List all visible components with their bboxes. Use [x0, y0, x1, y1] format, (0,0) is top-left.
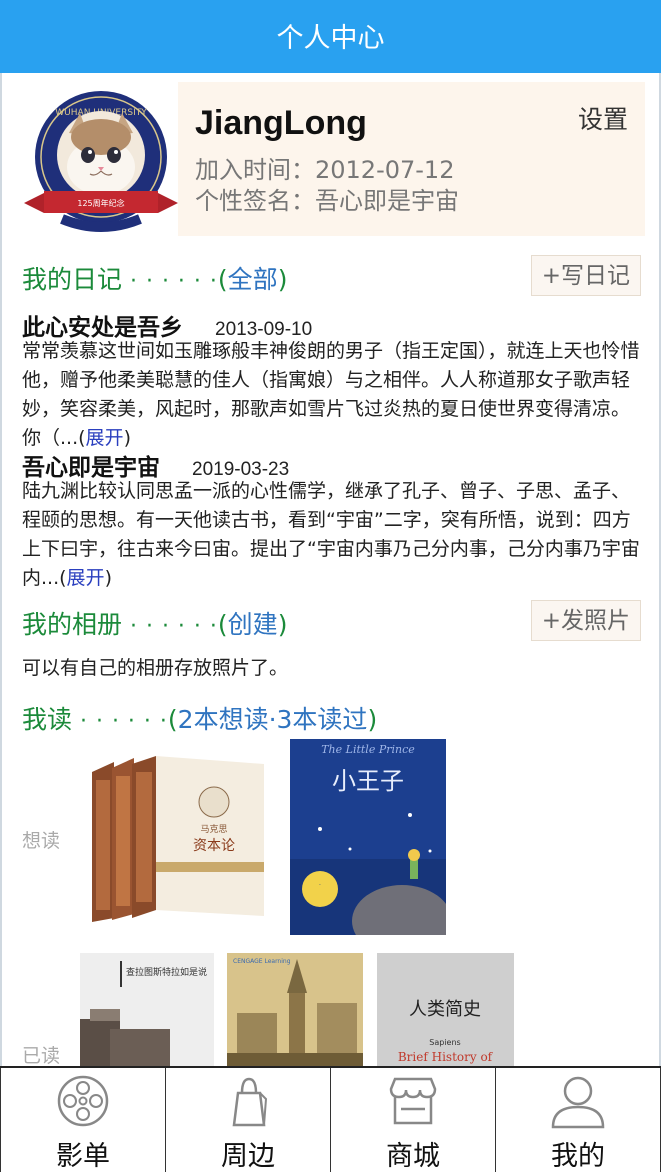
page-header: 个人中心	[0, 0, 661, 73]
settings-button[interactable]: 设置	[578, 100, 628, 136]
tab-film-list[interactable]: 影单	[0, 1068, 166, 1172]
have-read-label: 已读	[22, 1045, 61, 1066]
svg-text:资本论: 资本论	[193, 838, 235, 854]
diary-entry-body: 常常羡慕这世间如玉雕琢般丰神俊朗的男子（指王定国），就连上天也怜惜他，赠予他柔美…	[22, 337, 642, 453]
book-cover-sapiens[interactable]: 人类简史 Sapiens Brief History of	[377, 953, 514, 1066]
tab-label: 我的	[551, 1141, 605, 1172]
svg-text:125周年纪念: 125周年纪念	[77, 198, 124, 208]
diary-all-link[interactable]: 全部	[228, 265, 278, 294]
svg-text:·: ·	[319, 882, 321, 889]
expand-link[interactable]: 展开	[86, 427, 124, 449]
paren-close: )	[367, 705, 378, 734]
post-photo-button[interactable]: +发照片	[530, 600, 641, 641]
book-cover-little-prince[interactable]: The Little Prince 小王子 ·	[290, 739, 446, 935]
expand-link[interactable]: 展开	[67, 567, 105, 589]
entry-text: 陆九渊比较认同思孟一派的心性儒学，继承了孔子、曾子、子思、孟子、程颐的思想。有一…	[22, 480, 640, 589]
signature: 个性签名：吾心即是宇宙	[195, 187, 459, 215]
reading-dots: · · · · · ·	[79, 709, 168, 734]
tab-mall[interactable]: 商城	[331, 1068, 496, 1172]
avatar[interactable]: WUHAN UNIVERSITY 125周年纪念	[22, 85, 180, 237]
album-dots: · · · · · ·	[129, 614, 218, 639]
reading-count-link[interactable]: 2本想读·3本读过	[178, 705, 368, 734]
svg-text:Brief History of: Brief History of	[398, 1050, 494, 1064]
tab-mine[interactable]: 我的	[496, 1068, 661, 1172]
paren-open: (	[217, 265, 228, 294]
shopping-bag-icon	[232, 1077, 268, 1127]
store-icon	[389, 1077, 437, 1125]
book-cover-zarathustra[interactable]: 查拉图斯特拉如是说	[80, 953, 214, 1066]
tab-label: 周边	[221, 1141, 275, 1172]
svg-text:CENGAGE Learning: CENGAGE Learning	[233, 958, 291, 965]
tab-merch[interactable]: 周边	[166, 1068, 331, 1172]
profile-card: JiangLong 加入时间：2012-07-12 个性签名：吾心即是宇宙 设置	[178, 82, 645, 236]
diary-dots: · · · · · ·	[129, 269, 218, 294]
paren-open: (	[217, 610, 228, 639]
book-cover-painting[interactable]: CENGAGE Learning	[227, 953, 363, 1066]
svg-text:查拉图斯特拉如是说: 查拉图斯特拉如是说	[126, 966, 207, 978]
diary-section-title: 我的日记 · · · · · ·(全部)	[22, 260, 287, 296]
svg-text:Sapiens: Sapiens	[429, 1038, 460, 1047]
svg-text:人类简史: 人类简史	[409, 999, 481, 1020]
reading-section-title: 我读 · · · · · ·(2本想读·3本读过)	[22, 700, 377, 736]
album-note: 可以有自己的相册存放照片了。	[22, 657, 289, 679]
album-create-link[interactable]: 创建	[228, 610, 278, 639]
paren-close: )	[123, 427, 131, 449]
main-content[interactable]: WUHAN UNIVERSITY 125周年纪念 JiangLong 加入时间：…	[0, 73, 661, 1066]
paren-open: (	[167, 705, 178, 734]
svg-text:小王子: 小王子	[332, 767, 404, 795]
paren-close: )	[277, 610, 288, 639]
book-cover-das-kapital[interactable]: 马克思 资本论	[84, 750, 266, 928]
profile-section: WUHAN UNIVERSITY 125周年纪念 JiangLong 加入时间：…	[2, 73, 659, 243]
paren-close: )	[104, 567, 112, 589]
album-section-title: 我的相册 · · · · · ·(创建)	[22, 605, 287, 641]
tab-label: 影单	[56, 1141, 110, 1172]
diary-title: 我的日记	[22, 265, 123, 294]
write-diary-button[interactable]: +写日记	[530, 255, 641, 296]
film-reel-icon	[57, 1075, 109, 1127]
bottom-tab-bar: 影单 周边 商城 我的	[0, 1066, 661, 1172]
album-title: 我的相册	[22, 610, 123, 639]
tab-label: 商城	[386, 1141, 440, 1172]
svg-text:The Little Prince: The Little Prince	[321, 743, 415, 756]
svg-text:马克思: 马克思	[200, 824, 227, 835]
join-date: 加入时间：2012-07-12	[195, 156, 455, 184]
paren-close: )	[277, 265, 288, 294]
username: JiangLong	[195, 104, 367, 142]
page-title: 个人中心	[276, 23, 385, 54]
reading-title: 我读	[22, 705, 73, 734]
user-icon	[551, 1076, 605, 1129]
want-read-label: 想读	[22, 830, 61, 852]
diary-entry-body: 陆九渊比较认同思孟一派的心性儒学，继承了孔子、曾子、子思、孟子、程颐的思想。有一…	[22, 477, 642, 593]
